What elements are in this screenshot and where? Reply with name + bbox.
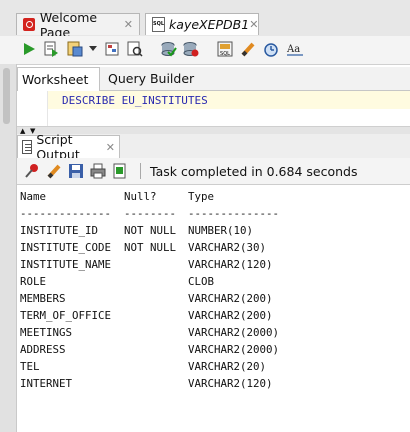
nullable-cell: NOT NULL [124,241,177,254]
pin-icon[interactable] [23,162,41,180]
sql-worksheet-icon: SQL [152,17,166,32]
column-name-cell: ADDRESS [20,343,66,356]
format-icon[interactable]: Aa [285,40,305,58]
task-status: Task completed in 0.684 seconds [150,164,358,179]
gutter-scroll-handle[interactable] [3,68,10,124]
data-type-cell: VARCHAR2(120) [188,258,273,271]
close-icon[interactable]: ✕ [124,18,133,31]
column-name-cell: INSTITUTE_CODE [20,241,112,254]
nullable-cell: NOT NULL [124,224,177,237]
data-type-cell: VARCHAR2(20) [188,360,267,373]
svg-text:SQL: SQL [220,51,230,57]
rollback-icon[interactable] [182,40,200,58]
tab-worksheet[interactable]: Worksheet [17,67,100,91]
close-icon[interactable]: ✕ [249,18,258,31]
run-script-icon[interactable] [42,40,60,58]
nullable-cell: -------- [124,207,177,220]
column-name-cell: INSTITUTE_NAME [20,258,112,271]
column-name-cell: MEMBERS [20,292,66,305]
clear-output-icon[interactable] [45,162,63,180]
tab-welcome-page[interactable]: Welcome Page ✕ [16,10,140,40]
tab-query-builder[interactable]: Query Builder [108,71,194,86]
data-type-cell: VARCHAR2(2000) [188,326,280,339]
column-name-cell: TERM_OF_OFFICE [20,309,112,322]
tab-label: kayeXEPDB1 [169,17,250,32]
column-name-cell: INTERNET [20,377,73,390]
data-type-cell: CLOB [188,275,215,288]
print-icon[interactable] [89,162,107,180]
data-type-cell: -------------- [188,207,280,220]
data-type-cell: VARCHAR2(200) [188,292,273,305]
unshared-sql-worksheet-icon[interactable]: SQL [216,40,234,58]
column-name-cell: TEL [20,360,40,373]
export-icon[interactable] [111,162,129,180]
data-type-cell: VARCHAR2(200) [188,309,273,322]
column-name-cell: -------------- [20,207,112,220]
column-name-cell: Name [20,190,47,203]
oracle-icon [23,18,35,31]
data-type-cell: VARCHAR2(30) [188,241,267,254]
data-type-cell: VARCHAR2(120) [188,377,273,390]
data-type-cell: Type [188,190,215,203]
worksheet-toolbar: SQL Aa [0,36,410,65]
editor-line-gutter [17,91,48,126]
save-icon[interactable] [67,162,85,180]
explain-plan-icon[interactable] [104,40,122,58]
sql-statement[interactable]: DESCRIBE EU_INSTITUTES [62,94,208,107]
autotrace-icon[interactable] [66,40,84,58]
script-output-icon [22,140,33,154]
data-type-cell: VARCHAR2(2000) [188,343,280,356]
clear-icon[interactable] [239,40,257,58]
tab-script-output[interactable]: Script Output ✕ [17,132,120,162]
nullable-cell: Null? [124,190,157,203]
toolbar-separator [140,163,141,179]
tab-label: Welcome Page [39,9,98,40]
close-icon[interactable]: ✕ [106,141,115,154]
sql-tuning-advisor-icon[interactable] [126,40,144,58]
column-name-cell: MEETINGS [20,326,73,339]
data-type-cell: NUMBER(10) [188,224,254,237]
history-icon[interactable] [262,40,280,58]
column-name-cell: INSTITUTE_ID [20,224,99,237]
commit-icon[interactable] [160,40,178,58]
column-name-cell: ROLE [20,275,47,288]
tab-sql-worksheet[interactable]: SQL kayeXEPDB1 ✕ [145,13,259,35]
run-statement-icon[interactable] [20,40,38,58]
dropdown-arrow-icon[interactable] [88,40,98,58]
svg-text:Aa: Aa [286,44,300,55]
